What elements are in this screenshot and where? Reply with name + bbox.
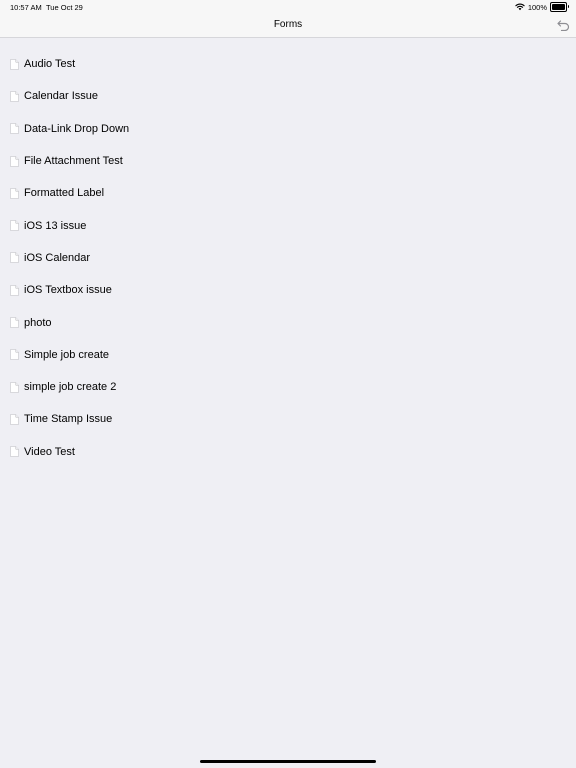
status-bar: 10:57 AM Tue Oct 29 100% [0,0,576,14]
battery-percent: 100% [527,2,547,12]
document-icon [10,284,19,296]
form-list-item[interactable]: Video Test [0,436,576,468]
form-item-label: simple job create 2 [24,381,117,394]
form-list-item[interactable]: Calendar Issue [0,80,576,112]
status-time: 10:57 AM [10,3,42,12]
document-icon [10,91,19,102]
document-icon [10,188,19,199]
form-list-item[interactable]: simple job create 2 [0,371,576,403]
document-icon [10,349,19,361]
navigation-bar: Forms [0,14,576,38]
document-icon [10,58,19,70]
form-item-label: Calendar Issue [24,90,98,103]
battery-icon [550,2,569,12]
form-item-label: iOS 13 issue [24,219,87,232]
form-list-item[interactable]: Simple job create [0,339,576,371]
form-list-item[interactable]: File Attachment Test [0,145,576,177]
form-list-item[interactable]: Data-Link Drop Down [0,113,576,145]
form-list-item[interactable]: photo [0,306,576,338]
form-list-item[interactable]: iOS Textbox issue [0,274,576,306]
page-title: Forms [273,19,303,30]
back-arrow-icon [556,20,569,31]
form-item-label: Data-Link Drop Down [24,122,130,135]
back-button[interactable] [555,17,571,33]
form-list-item[interactable]: iOS 13 issue [0,209,576,241]
form-item-label: Time Stamp Issue [24,413,113,426]
document-icon [10,123,19,134]
document-icon [10,381,19,393]
form-list: Audio Test Calendar Issue Data-Link Drop D… [0,48,576,468]
form-item-label: Formatted Label [24,187,105,200]
form-list-item[interactable]: Formatted Label [0,177,576,209]
form-item-label: Simple job create [24,348,109,361]
home-indicator[interactable] [200,760,376,763]
document-icon [10,252,19,264]
form-item-label: Video Test [24,445,75,458]
form-item-label: photo [24,316,52,329]
document-icon [10,317,19,328]
form-item-label: File Attachment Test [24,155,123,168]
form-list-item[interactable]: Audio Test [0,48,576,80]
form-list-item[interactable]: Time Stamp Issue [0,403,576,435]
battery-nub [567,5,569,8]
status-date: Tue Oct 29 [46,3,83,12]
document-icon [10,220,19,231]
status-indicators: 100% [515,2,569,12]
document-icon [10,414,19,425]
document-icon [10,446,19,457]
battery-fill [552,4,565,10]
form-list-item[interactable]: iOS Calendar [0,242,576,274]
wifi-icon [515,3,525,11]
form-item-label: iOS Textbox issue [24,284,112,297]
document-icon [10,155,19,167]
form-item-label: Audio Test [24,58,76,71]
form-item-label: iOS Calendar [24,251,91,264]
